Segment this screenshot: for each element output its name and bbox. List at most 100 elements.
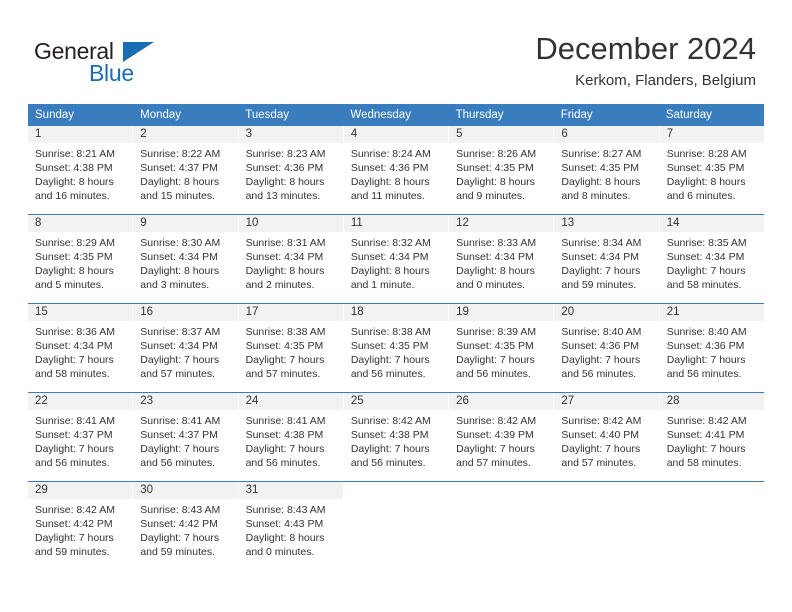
calendar-day-cell[interactable]: 24 Sunrise: 8:41 AM Sunset: 4:38 PM Dayligh… [238, 393, 344, 481]
page-title: December 2024 [535, 31, 756, 66]
day-detail-line: Sunrise: 8:42 AM [561, 415, 642, 427]
day-number: 1 [28, 126, 133, 143]
calendar-day-cell[interactable]: 28 Sunrise: 8:42 AM Sunset: 4:41 PM Dayligh… [659, 393, 764, 481]
calendar-day-cell[interactable]: 15 Sunrise: 8:36 AM Sunset: 4:34 PM Dayligh… [28, 304, 134, 392]
general-blue-logo[interactable]: General Blue [34, 38, 254, 90]
day-number: 19 [449, 304, 554, 321]
calendar-day-cell[interactable]: 8 Sunrise: 8:29 AM Sunset: 4:35 PM Daylight… [28, 215, 134, 303]
calendar-day-cell[interactable]: 17 Sunrise: 8:38 AM Sunset: 4:35 PM Dayligh… [238, 304, 344, 392]
day-number: 16 [133, 304, 238, 321]
day-number: 18 [343, 304, 449, 321]
day-detail-line: and 6 minutes. [666, 190, 736, 202]
day-number: 23 [133, 393, 238, 410]
calendar-day-cell[interactable]: 16 Sunrise: 8:37 AM Sunset: 4:34 PM Dayligh… [133, 304, 239, 392]
day-detail-line: Daylight: 7 hours [140, 354, 220, 366]
calendar-day-cell[interactable]: 31 Sunrise: 8:43 AM Sunset: 4:43 PM Dayligh… [238, 482, 344, 570]
day-detail-line: Sunset: 4:35 PM [666, 162, 745, 174]
day-detail-line: Sunset: 4:43 PM [245, 518, 324, 530]
calendar-day-cell-empty [343, 482, 450, 570]
day-detail-line: Daylight: 8 hours [140, 265, 220, 277]
day-detail-line: Sunrise: 8:27 AM [561, 148, 642, 160]
day-detail-line: Sunrise: 8:24 AM [350, 148, 431, 160]
calendar-day-cell[interactable]: 9 Sunrise: 8:30 AM Sunset: 4:34 PM Daylight… [133, 215, 239, 303]
day-detail-line: Daylight: 8 hours [245, 265, 325, 277]
day-number: 29 [28, 482, 133, 499]
calendar-day-cell[interactable]: 23 Sunrise: 8:41 AM Sunset: 4:37 PM Dayligh… [133, 393, 239, 481]
day-detail-line: Daylight: 8 hours [35, 176, 114, 188]
day-detail-line: Daylight: 8 hours [245, 176, 325, 188]
calendar-day-cell[interactable]: 6 Sunrise: 8:27 AM Sunset: 4:35 PM Daylight… [554, 126, 660, 214]
day-detail-line: Sunset: 4:40 PM [561, 429, 640, 441]
day-detail-line: Daylight: 8 hours [456, 265, 535, 277]
calendar-day-cell[interactable]: 2 Sunrise: 8:22 AM Sunset: 4:37 PM Daylight… [133, 126, 239, 214]
day-detail-line: Sunset: 4:36 PM [245, 162, 324, 174]
day-of-week-header: Sunday [35, 109, 75, 121]
calendar-day-cell[interactable]: 22 Sunrise: 8:41 AM Sunset: 4:37 PM Dayligh… [28, 393, 134, 481]
day-detail-line: Sunrise: 8:41 AM [35, 415, 115, 427]
day-detail-line: Sunrise: 8:43 AM [140, 504, 221, 516]
day-detail-line: Sunrise: 8:41 AM [140, 415, 221, 427]
calendar-grid: Sunday Monday Tuesday Wednesday Thursday Frid… [28, 104, 764, 570]
day-detail-line: Sunset: 4:41 PM [666, 429, 745, 441]
day-number: 7 [659, 126, 764, 143]
day-detail-line: and 8 minutes. [561, 190, 631, 202]
day-details: Sunrise: 8:38 AM Sunset: 4:35 PM Daylight:… [239, 321, 343, 392]
day-detail-line: and 13 minutes. [245, 190, 321, 202]
day-detail-line: and 56 minutes. [35, 457, 110, 469]
calendar-day-cell[interactable]: 7 Sunrise: 8:28 AM Sunset: 4:35 PM Daylight… [659, 126, 764, 214]
day-detail-line: Sunset: 4:36 PM [561, 340, 640, 352]
day-detail-line: Sunset: 4:35 PM [561, 162, 640, 174]
day-detail-line: and 1 minute. [350, 279, 415, 291]
day-number: 8 [28, 215, 133, 232]
day-details: Sunrise: 8:41 AM Sunset: 4:37 PM Daylight:… [28, 410, 132, 481]
calendar-day-cell[interactable]: 4 Sunrise: 8:24 AM Sunset: 4:36 PM Daylight… [343, 126, 450, 214]
calendar-day-cell[interactable]: 19 Sunrise: 8:39 AM Sunset: 4:35 PM Dayligh… [449, 304, 555, 392]
day-details [449, 499, 553, 570]
calendar-day-cell[interactable]: 20 Sunrise: 8:40 AM Sunset: 4:36 PM Dayligh… [554, 304, 660, 392]
calendar-day-cell[interactable]: 21 Sunrise: 8:40 AM Sunset: 4:36 PM Dayligh… [659, 304, 764, 392]
logo-triangle-icon [123, 42, 154, 62]
calendar-week-row: 29 Sunrise: 8:42 AM Sunset: 4:42 PM Dayligh… [28, 481, 764, 570]
day-detail-line: Daylight: 7 hours [35, 354, 114, 366]
day-detail-line: and 59 minutes. [35, 546, 110, 558]
calendar-day-cell[interactable]: 11 Sunrise: 8:32 AM Sunset: 4:34 PM Dayligh… [343, 215, 450, 303]
day-detail-line: Daylight: 7 hours [561, 354, 641, 366]
calendar-week-row: 15 Sunrise: 8:36 AM Sunset: 4:34 PM Dayligh… [28, 303, 764, 392]
day-detail-line: and 0 minutes. [245, 546, 315, 558]
day-detail-line: Sunrise: 8:28 AM [666, 148, 747, 160]
day-number: 13 [554, 215, 659, 232]
day-detail-line: Daylight: 8 hours [245, 532, 325, 544]
calendar-week-row: 22 Sunrise: 8:41 AM Sunset: 4:37 PM Dayligh… [28, 392, 764, 481]
calendar-day-cell[interactable]: 10 Sunrise: 8:31 AM Sunset: 4:34 PM Dayligh… [238, 215, 344, 303]
day-details: Sunrise: 8:42 AM Sunset: 4:39 PM Daylight:… [449, 410, 553, 481]
calendar-day-cell[interactable]: 30 Sunrise: 8:43 AM Sunset: 4:42 PM Dayligh… [133, 482, 239, 570]
day-detail-line: Sunrise: 8:34 AM [561, 237, 642, 249]
calendar-day-cell[interactable]: 26 Sunrise: 8:42 AM Sunset: 4:39 PM Dayligh… [449, 393, 555, 481]
day-detail-line: Daylight: 7 hours [666, 443, 746, 455]
day-detail-line: Sunrise: 8:29 AM [35, 237, 115, 249]
day-of-week-header-row: Sunday Monday Tuesday Wednesday Thursday Frid… [28, 104, 764, 126]
calendar-day-cell[interactable]: 18 Sunrise: 8:38 AM Sunset: 4:35 PM Dayligh… [343, 304, 450, 392]
calendar-day-cell[interactable]: 12 Sunrise: 8:33 AM Sunset: 4:34 PM Dayligh… [449, 215, 555, 303]
calendar-day-cell[interactable]: 5 Sunrise: 8:26 AM Sunset: 4:35 PM Daylight… [449, 126, 555, 214]
day-details: Sunrise: 8:30 AM Sunset: 4:34 PM Daylight:… [133, 232, 237, 303]
day-details: Sunrise: 8:40 AM Sunset: 4:36 PM Daylight:… [660, 321, 764, 392]
day-detail-line: Daylight: 7 hours [456, 354, 535, 366]
day-detail-line: Sunrise: 8:36 AM [35, 326, 115, 338]
day-number: 11 [343, 215, 449, 232]
day-detail-line: Daylight: 7 hours [140, 532, 220, 544]
calendar-day-cell[interactable]: 13 Sunrise: 8:34 AM Sunset: 4:34 PM Dayligh… [554, 215, 660, 303]
day-detail-line: Sunset: 4:36 PM [350, 162, 429, 174]
calendar-day-cell[interactable]: 1 Sunrise: 8:21 AM Sunset: 4:38 PM Daylight… [28, 126, 134, 214]
day-detail-line: Sunrise: 8:42 AM [350, 415, 431, 427]
calendar-day-cell[interactable]: 27 Sunrise: 8:42 AM Sunset: 4:40 PM Dayligh… [554, 393, 660, 481]
calendar-day-cell[interactable]: 14 Sunrise: 8:35 AM Sunset: 4:34 PM Dayligh… [659, 215, 764, 303]
calendar-day-cell[interactable]: 29 Sunrise: 8:42 AM Sunset: 4:42 PM Dayligh… [28, 482, 134, 570]
calendar-day-cell[interactable]: 3 Sunrise: 8:23 AM Sunset: 4:36 PM Daylight… [238, 126, 344, 214]
location-subtitle: Kerkom, Flanders, Belgium [575, 72, 756, 89]
day-detail-line: and 56 minutes. [140, 457, 215, 469]
day-detail-line: Sunset: 4:34 PM [245, 251, 324, 263]
calendar-day-cell[interactable]: 25 Sunrise: 8:42 AM Sunset: 4:38 PM Dayligh… [343, 393, 450, 481]
day-number: 10 [238, 215, 343, 232]
day-number: 31 [238, 482, 343, 499]
